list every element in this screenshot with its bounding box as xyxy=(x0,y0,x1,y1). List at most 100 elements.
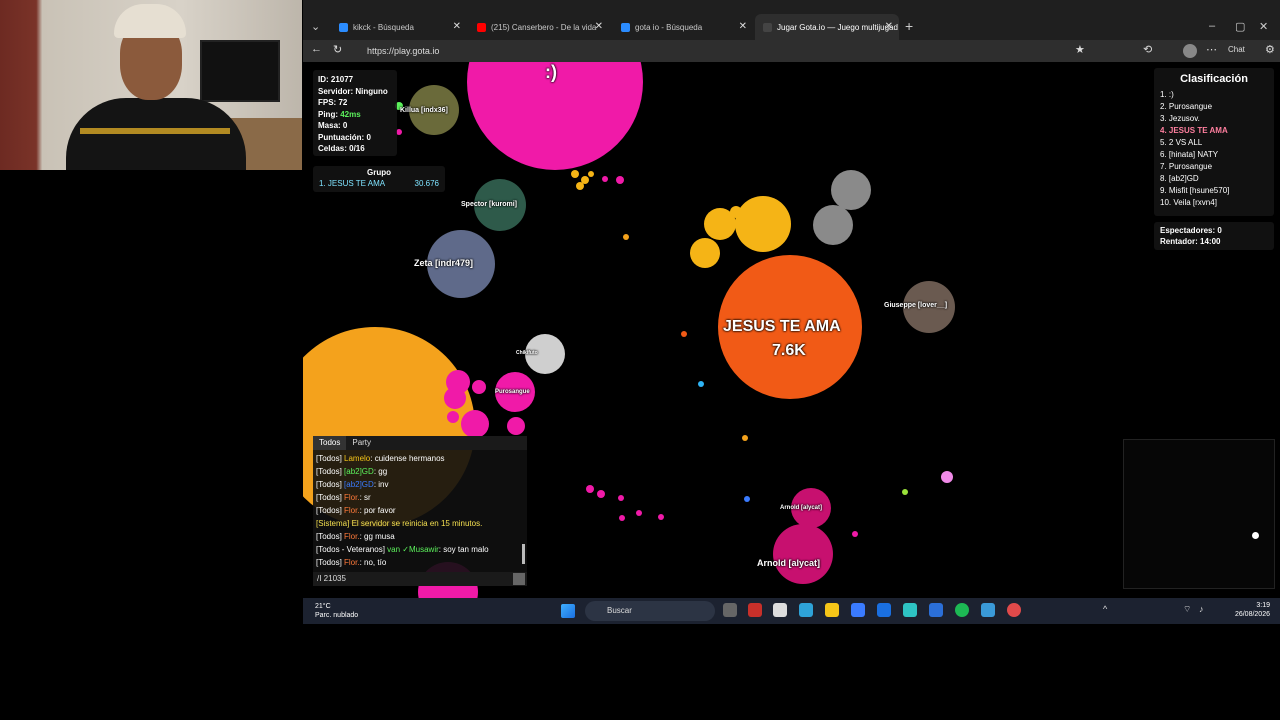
leaderboard-entry: 8. [ab2]GD xyxy=(1160,174,1199,183)
food-pellet xyxy=(586,485,594,493)
food-pellet xyxy=(658,514,664,520)
chat-message: [Todos] Lamelo: cuidense hermanos xyxy=(316,452,524,465)
settings-icon[interactable]: ⚙ xyxy=(1265,43,1275,56)
cell-label-purosangue: Purosangue xyxy=(495,389,530,395)
arnold-cell xyxy=(773,524,833,584)
chat-message-author[interactable]: Flor. xyxy=(344,493,360,502)
cell-label-player: JESUS TE AMA xyxy=(723,318,841,335)
address-bar-row: ← ↻ https://play.gota.io ★ ⟲ ⋯ Chat ⚙ xyxy=(303,40,1280,62)
close-icon[interactable]: ✕ xyxy=(453,21,461,32)
food-pellet xyxy=(616,176,624,184)
chat-tab-party[interactable]: Party xyxy=(346,436,377,450)
more-icon[interactable]: ⋯ xyxy=(1206,43,1217,56)
stats-panel: ID: 21077 Servidor: Ninguno FPS: 72 Ping… xyxy=(313,70,397,156)
cell-label-giuseppe: Giuseppe [lover__] xyxy=(884,302,948,309)
leaderboard-entry: 9. Misfit [hsune570] xyxy=(1160,186,1230,195)
taskview-icon[interactable] xyxy=(723,603,737,617)
stats-fps: FPS: 72 xyxy=(318,98,348,107)
new-tab-icon[interactable]: + xyxy=(905,18,913,34)
chat-message-author[interactable]: Flor. xyxy=(344,558,360,567)
history-icon[interactable]: ⟲ xyxy=(1143,43,1152,56)
chat-message: [Todos] [ab2]GD: inv xyxy=(316,478,524,491)
chrome-icon[interactable] xyxy=(1007,603,1021,617)
purosangue-cell xyxy=(507,417,525,435)
leaderboard-entry: 10. Veila [rxvn4] xyxy=(1160,198,1217,207)
close-icon[interactable]: ✕ xyxy=(739,21,747,32)
tab-label: Jugar Gota.io — Juego multijugad xyxy=(777,22,898,32)
refresh-icon[interactable]: ↻ xyxy=(333,43,342,56)
help-icon[interactable] xyxy=(877,603,891,617)
tab-menu-icon[interactable]: ⌄ xyxy=(311,20,320,33)
food-pellet xyxy=(619,515,625,521)
notepad-icon[interactable] xyxy=(981,603,995,617)
food-pellet xyxy=(571,170,579,178)
close-icon[interactable]: ✕ xyxy=(595,21,603,32)
tab-gota-search[interactable]: gota io - Búsqueda ✕ xyxy=(613,14,753,40)
windows-start-icon[interactable] xyxy=(561,604,575,618)
browser-icon[interactable] xyxy=(903,603,917,617)
food-pellet xyxy=(602,176,608,182)
chat-message-author[interactable]: Flor. xyxy=(344,506,360,515)
chat-message-author[interactable]: [ab2]GD xyxy=(344,467,374,476)
wifi-icon[interactable]: ⌔ xyxy=(1183,604,1191,615)
restart-timer: Rentador: 14:00 xyxy=(1160,237,1221,246)
chat-message-author[interactable]: van ✓Musawir xyxy=(387,545,439,554)
chat-message-text: : inv xyxy=(373,480,389,489)
store-icon[interactable] xyxy=(773,603,787,617)
food-pellet xyxy=(742,435,748,441)
close-window-icon[interactable]: ✕ xyxy=(1259,20,1268,33)
minimize-icon[interactable]: – xyxy=(1209,20,1215,32)
back-icon[interactable]: ← xyxy=(311,43,322,55)
screen: ⌄ kikck - Búsqueda ✕ (215) Canserbero - … xyxy=(0,0,1280,720)
cell-label-spector: Spector [kuromi] xyxy=(461,201,518,208)
chat-send-icon[interactable] xyxy=(513,573,525,585)
url-field[interactable]: https://play.gota.io xyxy=(359,43,1009,59)
close-icon[interactable]: ✕ xyxy=(885,21,893,32)
chat-message-text: : sr xyxy=(359,493,371,502)
chat-scrollbar[interactable] xyxy=(522,544,525,564)
game-canvas[interactable]: :) JESUS TE AMA 7.6K Zeta [indr479] Spec… xyxy=(303,62,1280,598)
maximize-icon[interactable]: ▢ xyxy=(1235,20,1245,33)
volume-icon[interactable]: ♪ xyxy=(1199,604,1204,614)
clock-time: 3:19 xyxy=(1256,602,1270,609)
weather-widget[interactable]: 21°C Parc. nublado xyxy=(315,602,358,620)
stats-id: ID: 21077 xyxy=(318,75,354,84)
chat-message-text: : no, tío xyxy=(359,558,387,567)
chat-message: [Todos] Flor.: gg musa xyxy=(316,530,524,543)
clock[interactable]: 3:19 26/08/2026 xyxy=(1235,601,1270,619)
youtube-icon xyxy=(477,22,486,32)
edge-icon[interactable] xyxy=(799,603,813,617)
hp-icon[interactable] xyxy=(929,603,943,617)
group-member-name: 1. JESUS TE AMA xyxy=(319,179,386,188)
chat-message-author[interactable]: [ab2]GD xyxy=(344,480,374,489)
yellow-cell xyxy=(730,206,742,218)
chat-input[interactable]: /I 21035 xyxy=(313,572,527,586)
chat-tab-todos[interactable]: Todos xyxy=(313,436,347,450)
yellow-cell xyxy=(690,238,720,268)
tab-youtube[interactable]: (215) Canserbero - De la vida ✕ xyxy=(469,14,609,40)
browser-window: ⌄ kikck - Búsqueda ✕ (215) Canserbero - … xyxy=(303,0,1280,598)
folder-icon[interactable] xyxy=(825,603,839,617)
chat-message-author[interactable]: Lamelo xyxy=(344,454,370,463)
mail-icon[interactable] xyxy=(851,603,865,617)
chat-message-text: : soy tan malo xyxy=(438,545,489,554)
webcam-tv xyxy=(200,40,280,102)
taskbar-search[interactable]: Buscar xyxy=(585,601,715,621)
chat-message-text: : gg musa xyxy=(359,532,395,541)
spotify-icon[interactable] xyxy=(955,603,969,617)
chat-message: [Todos] [ab2]GD: gg xyxy=(316,465,524,478)
avatar-icon[interactable] xyxy=(1183,44,1197,58)
stats-ping: Ping: 42ms xyxy=(318,109,392,121)
leaderboard-entry: 6. [hinata] NATY xyxy=(1160,150,1219,159)
tray-up-icon[interactable]: ^ xyxy=(1103,604,1107,614)
chat-message-author[interactable]: Flor. xyxy=(344,532,360,541)
tab-kikck[interactable]: kikck - Búsqueda ✕ xyxy=(331,14,467,40)
webcam-overlay xyxy=(0,0,302,170)
group-member-score: 30.676 xyxy=(414,179,439,188)
star-icon[interactable]: ★ xyxy=(1075,43,1085,56)
tab-gota-game[interactable]: Jugar Gota.io — Juego multijugad ✕ xyxy=(755,14,899,40)
mcafee-icon[interactable] xyxy=(748,603,762,617)
food-pellet xyxy=(618,495,624,501)
spectators-count: Espectadores: 0 xyxy=(1160,226,1222,235)
copilot-chat-button[interactable]: Chat xyxy=(1228,45,1245,54)
